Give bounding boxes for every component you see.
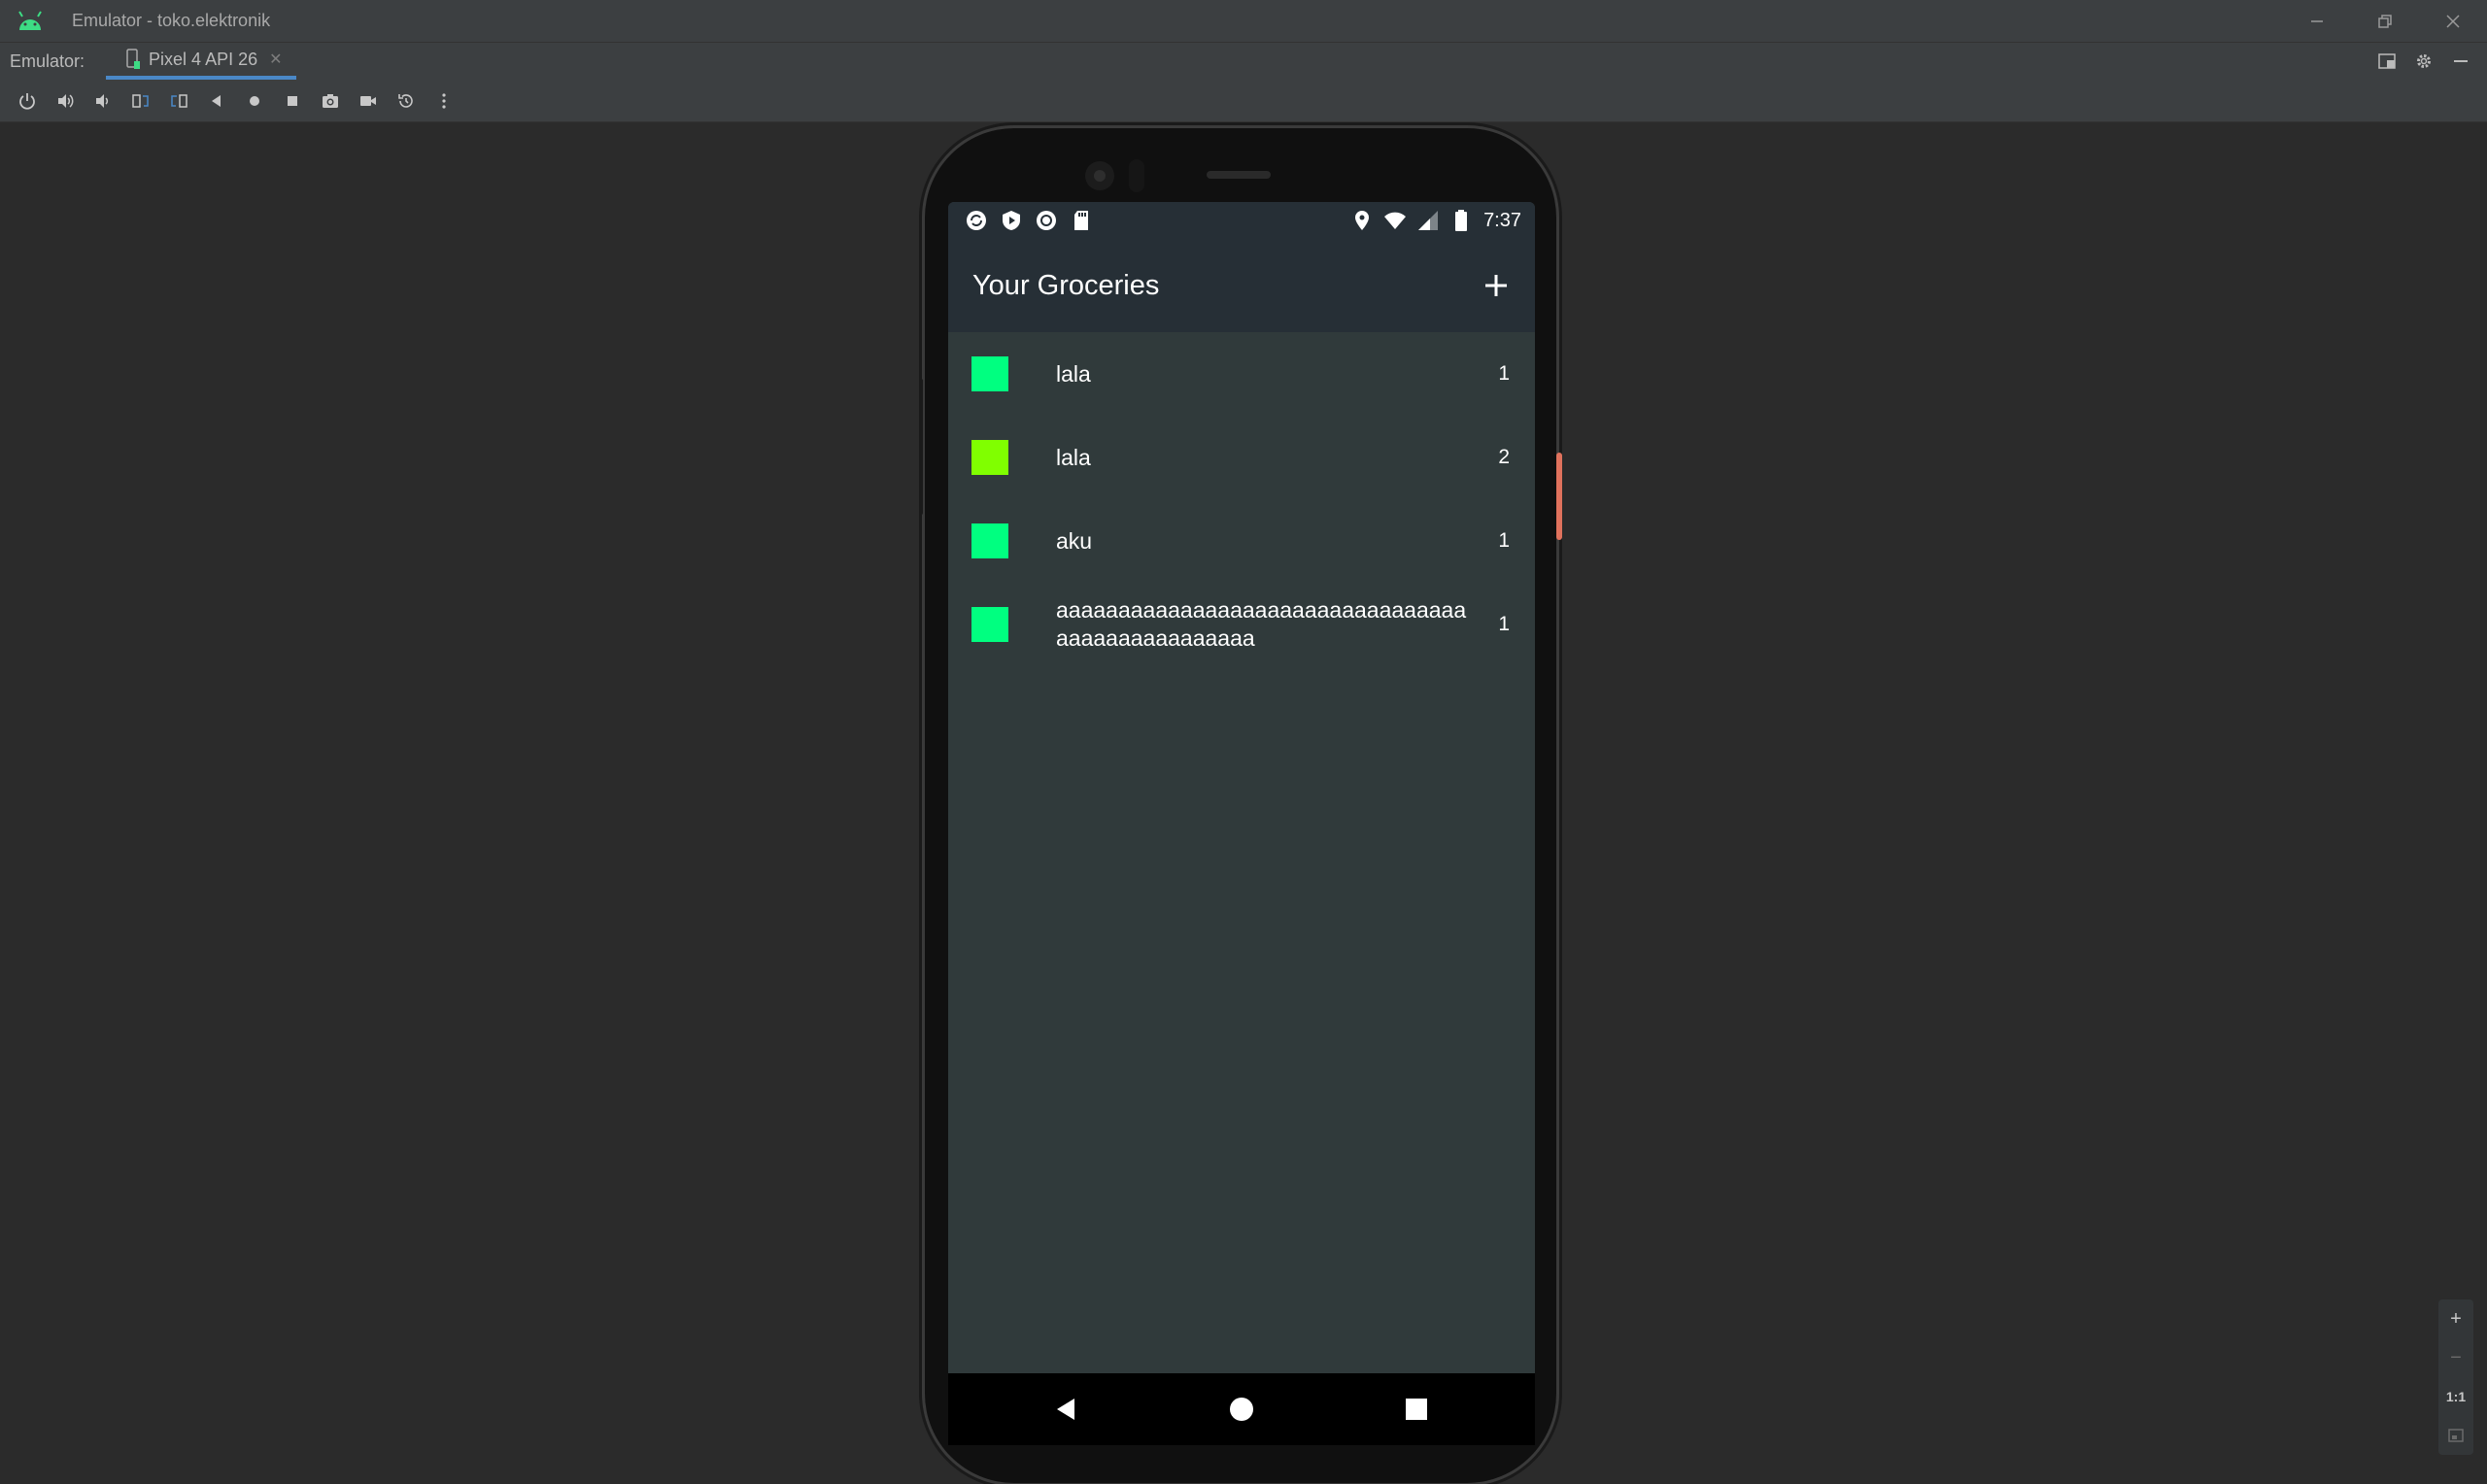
minimize-button[interactable] [2283,0,2351,43]
zoom-controls: + − 1:1 [2438,1299,2473,1455]
snapshot-button[interactable] [387,82,425,120]
item-quantity: 1 [1498,529,1510,552]
volume-up-button[interactable] [46,82,84,120]
zoom-in-button[interactable]: + [2438,1299,2473,1338]
nav-overview-button[interactable] [1329,1373,1504,1445]
sync-notification-icon [962,208,991,233]
grocery-list: lala 1 lala 2 aku 1 aaaaaaaaaaaaaaaaaaaa… [948,332,1535,666]
add-item-button[interactable] [1473,262,1519,309]
history-icon [397,93,413,108]
status-clock: 7:37 [1483,209,1521,231]
close-window-button[interactable] [2419,0,2487,43]
nav-back-button[interactable] [979,1373,1154,1445]
emulator-label: Emulator: [10,51,85,71]
volume-down-icon [95,93,108,108]
plus-icon [1485,275,1507,296]
page-title: Your Groceries [972,269,1160,301]
tab-label: Pixel 4 API 26 [149,49,258,69]
home-button[interactable] [235,82,273,120]
item-name: lala [1056,360,1091,387]
item-quantity: 1 [1498,362,1510,385]
record-notification-icon [1032,208,1061,233]
zoom-out-button[interactable]: − [2438,1338,2473,1377]
item-name: lala [1056,444,1091,470]
minimize-panel-icon [2454,60,2468,62]
item-quantity: 2 [1498,446,1510,468]
grocery-list-item[interactable]: lala 2 [948,416,1535,499]
record-screen-button[interactable] [349,82,387,120]
sd-card-icon [1067,208,1096,233]
more-vertical-icon [441,92,446,109]
home-circle-icon [1230,1398,1253,1421]
rotate-left-button[interactable] [121,82,159,120]
home-circle-icon [249,95,259,106]
overview-square-icon [287,95,297,106]
video-camera-icon [359,95,376,106]
wifi-icon [1380,208,1410,233]
device-icon [126,49,141,69]
grocery-list-item[interactable]: aaaaaaaaaaaaaaaaaaaaaaaaaaaaaaaaaaaaaaaa… [948,583,1535,666]
window-title: Emulator - toko.elektronik [72,11,271,30]
close-icon [2446,15,2460,28]
fit-screen-icon [2448,1429,2464,1442]
nav-home-button[interactable] [1154,1373,1329,1445]
app-bar: Your Groceries [948,239,1535,332]
android-nav-bar [948,1373,1535,1445]
back-button[interactable] [197,82,235,120]
location-icon [1347,208,1377,233]
rotate-left-icon [131,93,149,108]
more-options-button[interactable] [425,82,462,120]
emulator-tab-bar: Emulator: Pixel 4 API 26 ✕ [0,43,2487,80]
category-color-swatch [971,356,1008,391]
restore-icon [2378,15,2392,28]
back-triangle-icon [1057,1399,1074,1420]
cell-signal-icon [1414,208,1443,233]
back-triangle-icon [211,94,221,107]
rotate-right-button[interactable] [159,82,197,120]
rotate-right-icon [170,93,187,108]
window-title-bar: Emulator - toko.elektronik [0,0,2487,43]
status-bar: 7:37 [948,202,1535,239]
category-color-swatch [971,607,1008,642]
android-logo-icon [16,10,45,32]
minimize-icon [2311,20,2323,22]
power-button[interactable] [8,82,46,120]
volume-down-button[interactable] [84,82,121,120]
device-volume-key[interactable] [919,379,923,515]
volume-up-icon [57,93,73,108]
device-power-key[interactable] [1556,453,1562,540]
earpiece-speaker [1207,171,1271,179]
proximity-sensor [1129,159,1144,192]
settings-button[interactable] [2405,43,2442,80]
play-protect-icon [997,208,1026,233]
grocery-list-item[interactable]: aku 1 [948,499,1535,583]
front-camera [1085,161,1114,190]
battery-icon [1447,208,1476,233]
category-color-swatch [971,523,1008,558]
tab-close-icon[interactable]: ✕ [269,50,282,69]
item-name: aaaaaaaaaaaaaaaaaaaaaaaaaaaaaaaaaaaaaaaa… [1056,597,1467,651]
overview-button[interactable] [273,82,311,120]
gear-icon [2417,54,2431,68]
overview-square-icon [1406,1399,1427,1420]
zoom-fit-button[interactable] [2438,1416,2473,1455]
emulator-toolbar [0,80,2487,122]
screenshot-button[interactable] [311,82,349,120]
item-name: aku [1056,527,1093,554]
item-quantity: 1 [1498,613,1510,635]
tab-pixel-4-api-26[interactable]: Pixel 4 API 26 ✕ [106,43,296,80]
power-icon [18,92,35,110]
layout-icon [2378,53,2396,69]
hide-panel-button[interactable] [2442,43,2479,80]
restore-button[interactable] [2351,0,2419,43]
zoom-actual-size-button[interactable]: 1:1 [2438,1377,2473,1416]
window-layout-button[interactable] [2368,43,2405,80]
camera-icon [322,93,338,108]
grocery-list-item[interactable]: lala 1 [948,332,1535,416]
category-color-swatch [971,440,1008,475]
device-screen[interactable]: 7:37 Your Groceries lala 1 lala 2 aku 1 … [948,202,1535,1445]
